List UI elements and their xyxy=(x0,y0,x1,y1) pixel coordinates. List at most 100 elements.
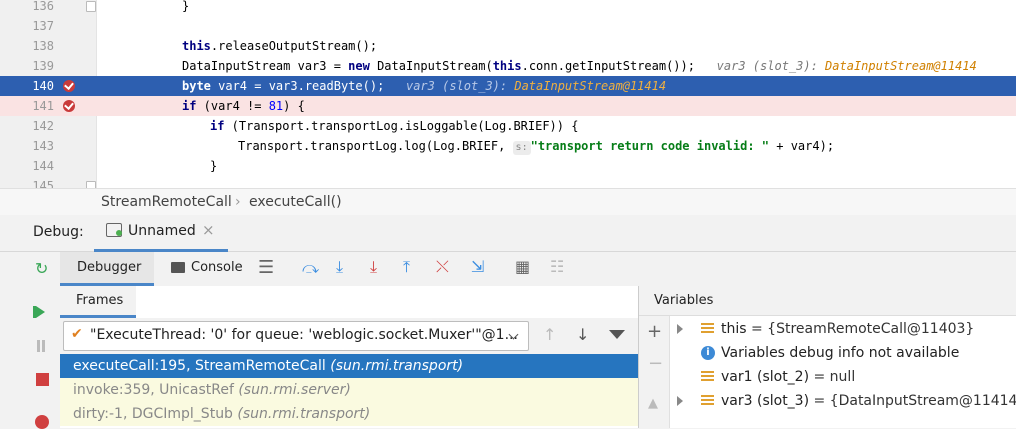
breadcrumb-separator: › xyxy=(235,194,241,210)
code-line[interactable]: 139 DataInputStream var3 = new DataInputS… xyxy=(0,56,1016,76)
filter-icon[interactable] xyxy=(609,330,625,339)
frame-row[interactable]: executeCall:195, StreamRemoteCall (sun.r… xyxy=(60,354,638,378)
field-icon xyxy=(701,395,714,407)
run-to-cursor-icon[interactable]: ⇲ xyxy=(471,259,484,275)
line-number[interactable]: 140 xyxy=(0,76,54,96)
step-out-icon[interactable]: ⤒ xyxy=(403,259,410,275)
evaluate-expression-icon[interactable]: ▦ xyxy=(515,259,530,275)
breadcrumb: StreamRemoteCall › executeCall() xyxy=(0,188,1016,215)
code-line[interactable]: 143 Transport.transportLog.log(Log.BRIEF,… xyxy=(0,136,1016,156)
frame-package: (sun.rmi.transport) xyxy=(330,358,464,374)
variables-panel: Variables + − ▲ this = {StreamRemoteCall… xyxy=(639,286,1016,428)
field-icon xyxy=(701,323,714,335)
debugger-toolbar: Debugger Console ☰ ⤼ ⤓ ⤓ ⤒ ⤬ ⇲ ▦ ☷ xyxy=(60,252,1016,287)
field-icon xyxy=(701,371,714,383)
resume-icon[interactable] xyxy=(36,306,45,318)
code-line[interactable]: 138 this.releaseOutputStream(); xyxy=(0,36,1016,56)
frames-header-tab[interactable]: Frames xyxy=(60,286,136,318)
line-number[interactable]: 142 xyxy=(0,116,54,136)
expand-icon[interactable] xyxy=(677,324,683,334)
line-number[interactable]: 136 xyxy=(0,0,54,16)
code-text: } xyxy=(210,159,218,173)
stop-icon[interactable] xyxy=(36,373,49,386)
frame-row[interactable]: dirty:-1, DGCImpl_Stub (sun.rmi.transpor… xyxy=(60,402,638,426)
step-over-icon[interactable]: ⤓ xyxy=(336,259,343,275)
breadcrumb-class[interactable]: StreamRemoteCall xyxy=(101,194,232,210)
menu-icon[interactable]: ☰ xyxy=(258,259,274,277)
fold-marker-icon[interactable] xyxy=(86,181,96,188)
variable-text: var3 (slot_3) = {DataInputStream@11414} xyxy=(721,393,1016,409)
arrow-up-icon[interactable]: ↑ xyxy=(543,327,556,343)
code-text: } xyxy=(182,0,190,13)
breadcrumb-method[interactable]: executeCall() xyxy=(249,194,342,210)
rerun-icon[interactable]: ↻ xyxy=(35,261,48,277)
frame-method: dirty:-1, DGCImpl_Stub xyxy=(73,406,238,422)
frame-method: executeCall:195, StreamRemoteCall xyxy=(73,358,331,374)
code-text: if (var4 != 81) { xyxy=(182,99,305,113)
frame-package: (sun.rmi.transport) xyxy=(237,406,371,422)
frames-panel: Frames ✔ "ExecuteThread: '0' for queue: … xyxy=(60,286,639,428)
tab-unnamed[interactable]: Unnamed × xyxy=(94,215,228,252)
debug-left-toolbar: ↻ xyxy=(0,252,61,429)
code-line[interactable]: 142 if (Transport.transportLog.isLoggable… xyxy=(0,116,1016,136)
code-text: if (Transport.transportLog.isLoggable(Lo… xyxy=(210,119,579,133)
inline-debug-value: var3 (slot_3): DataInputStream@11414 xyxy=(716,59,977,73)
thread-select[interactable]: ✔ "ExecuteThread: '0' for queue: 'weblog… xyxy=(63,321,529,351)
code-text: DataInputStream var3 = new DataInputStre… xyxy=(182,59,977,73)
force-step-into-icon[interactable]: ⤓ xyxy=(370,259,377,275)
expand-icon[interactable] xyxy=(677,396,683,406)
code-line[interactable]: 141 if (var4 != 81) { xyxy=(0,96,1016,116)
checkmark-icon: ✔ xyxy=(71,326,83,342)
current-execution-line[interactable]: 140 byte var4 = var3.readByte(); var3 (sl… xyxy=(0,76,1016,96)
line-number[interactable]: 145 xyxy=(0,176,54,188)
trace-icon[interactable]: ☷ xyxy=(550,259,564,275)
pause-icon[interactable] xyxy=(37,340,40,352)
code-line[interactable]: 144} xyxy=(0,156,1016,176)
frame-row[interactable]: invoke:359, UnicastRef (sun.rmi.server) xyxy=(60,378,638,402)
arrow-down-icon[interactable]: ↓ xyxy=(576,327,589,343)
code-line[interactable]: 145 xyxy=(0,176,1016,188)
tab-debugger-label: Debugger xyxy=(77,260,142,275)
line-number[interactable]: 141 xyxy=(0,96,54,116)
close-icon[interactable]: × xyxy=(202,221,215,239)
inline-debug-value: var3 (slot_3): DataInputStream@11414 xyxy=(405,79,667,93)
param-hint: s: xyxy=(512,141,531,155)
variable-row[interactable]: i Variables debug info not available xyxy=(639,341,1016,365)
code-editor[interactable]: 136} 137 138 this.releaseOutputStream(); 139… xyxy=(0,0,1016,188)
variable-text: Variables debug info not available xyxy=(721,345,960,361)
thread-select-value: "ExecuteThread: '0' for queue: 'weblogic… xyxy=(90,327,518,343)
tab-debugger[interactable]: Debugger xyxy=(60,252,154,286)
drop-frame-icon[interactable]: ⤬ xyxy=(436,259,449,275)
running-dot-icon xyxy=(116,230,122,236)
console-icon xyxy=(171,262,185,273)
frames-header: Frames xyxy=(76,293,124,308)
tab-console[interactable]: Console xyxy=(168,252,248,286)
line-number[interactable]: 143 xyxy=(0,136,54,156)
line-number[interactable]: 144 xyxy=(0,156,54,176)
code-text: byte var4 = var3.readByte(); var3 (slot_… xyxy=(182,79,667,93)
variable-row[interactable]: var3 (slot_3) = {DataInputStream@11414} xyxy=(639,389,1016,413)
debug-tool-window-header: Debug: Unnamed × xyxy=(0,215,1016,252)
line-number[interactable]: 137 xyxy=(0,16,54,36)
tab-console-label: Console xyxy=(191,260,243,275)
variable-row[interactable]: var1 (slot_2) = null xyxy=(639,365,1016,389)
variable-text: this = {StreamRemoteCall@11403} xyxy=(721,321,975,337)
line-number[interactable]: 138 xyxy=(0,36,54,56)
resume-bar xyxy=(33,306,36,318)
variables-header: Variables xyxy=(654,293,714,308)
thread-bar: ✔ "ExecuteThread: '0' for queue: 'weblog… xyxy=(60,318,638,355)
code-line[interactable]: 136} xyxy=(0,0,1016,16)
info-icon: i xyxy=(701,346,715,360)
breakpoint-icon[interactable] xyxy=(63,80,75,92)
view-breakpoints-icon[interactable] xyxy=(35,415,49,429)
code-text: Transport.transportLog.log(Log.BRIEF, s:… xyxy=(238,139,835,155)
show-execution-point-icon[interactable]: ⤼ xyxy=(302,260,319,276)
fold-marker-icon[interactable] xyxy=(86,1,96,12)
line-number[interactable]: 139 xyxy=(0,56,54,76)
code-line[interactable]: 137 xyxy=(0,16,1016,36)
breakpoint-icon[interactable] xyxy=(63,100,75,112)
tab-unnamed-label: Unnamed xyxy=(128,223,196,239)
code-text: this.releaseOutputStream(); xyxy=(182,39,378,53)
frame-method: invoke:359, UnicastRef xyxy=(73,382,239,398)
variable-row[interactable]: this = {StreamRemoteCall@11403} xyxy=(639,317,1016,341)
